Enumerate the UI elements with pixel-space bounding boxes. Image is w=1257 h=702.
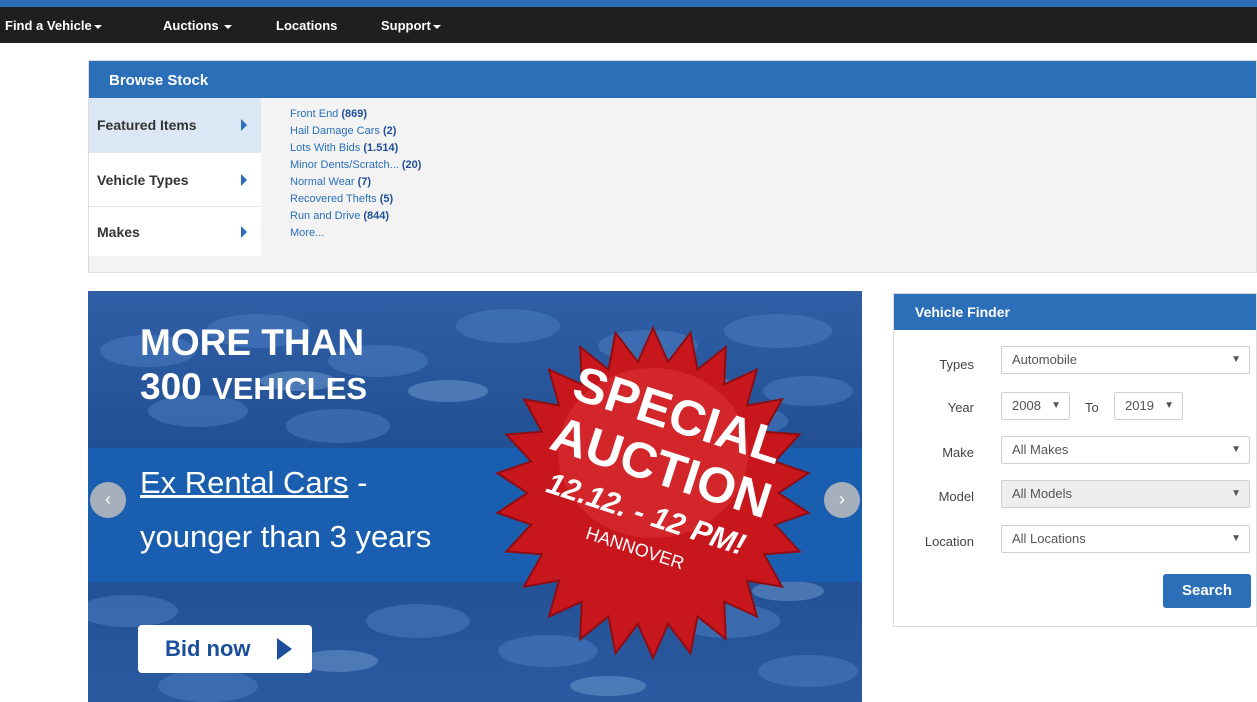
bid-now-label: Bid now bbox=[165, 636, 251, 661]
banner-headline: MORE THAN 300 VEHICLES bbox=[140, 321, 367, 411]
make-label: Make bbox=[942, 445, 974, 460]
banner-subtitle: Ex Rental Cars - bbox=[140, 463, 367, 503]
featured-items-list: Front End (869) Hail Damage Cars (2) Lot… bbox=[290, 106, 421, 242]
list-item[interactable]: Normal Wear (7) bbox=[290, 174, 421, 191]
list-item[interactable]: Run and Drive (844) bbox=[290, 208, 421, 225]
category-featured-items[interactable]: Featured Items bbox=[89, 98, 261, 152]
item-count: (5) bbox=[379, 193, 394, 205]
model-value: All Models bbox=[1012, 486, 1072, 501]
list-item[interactable]: Recovered Thefts (5) bbox=[290, 191, 421, 208]
item-name: Run and Drive bbox=[290, 210, 361, 222]
list-item[interactable]: Lots With Bids (1.514) bbox=[290, 140, 421, 157]
model-select[interactable]: All Models ▼ bbox=[1001, 480, 1250, 508]
model-label: Model bbox=[938, 489, 974, 504]
year-to-select[interactable]: 2019 ▼ bbox=[1114, 392, 1183, 420]
location-label: Location bbox=[924, 534, 974, 549]
list-item[interactable]: Hail Damage Cars (2) bbox=[290, 123, 421, 140]
arrow-right-icon bbox=[241, 225, 247, 238]
nav-support-label: Support bbox=[381, 18, 431, 33]
nav-support[interactable]: Support bbox=[381, 7, 441, 43]
banner-subtitle-line2: younger than 3 years bbox=[140, 519, 432, 554]
location-select[interactable]: All Locations ▼ bbox=[1001, 525, 1250, 553]
headline-line2: VEHICLES bbox=[212, 371, 368, 406]
list-item[interactable]: Minor Dents/Scratch... (20) bbox=[290, 157, 421, 174]
item-name: Recovered Thefts bbox=[290, 193, 377, 205]
types-label: Types bbox=[939, 357, 974, 372]
headline-number: 300 bbox=[140, 366, 202, 407]
item-name: Front End bbox=[290, 108, 339, 120]
location-value: All Locations bbox=[1012, 531, 1086, 546]
types-select[interactable]: Automobile ▼ bbox=[1001, 346, 1250, 374]
top-accent-stripe bbox=[0, 0, 1257, 7]
category-label: Vehicle Types bbox=[97, 172, 189, 188]
subtitle-dash: - bbox=[348, 465, 368, 500]
item-name: Minor Dents/Scratch... bbox=[290, 159, 399, 171]
year-from-select[interactable]: 2008 ▼ bbox=[1001, 392, 1070, 420]
play-arrow-icon bbox=[277, 638, 292, 660]
arrow-right-icon bbox=[241, 173, 247, 186]
main-navbar: Find a Vehicle Auctions Locations Suppor… bbox=[0, 7, 1257, 43]
vehicle-finder-panel: Vehicle Finder Types Automobile ▼ Year 20… bbox=[893, 293, 1257, 627]
year-from-value: 2008 bbox=[1012, 398, 1041, 413]
year-to-value: 2019 bbox=[1125, 398, 1154, 413]
category-label: Featured Items bbox=[97, 117, 197, 133]
caret-down-icon bbox=[224, 24, 233, 29]
dropdown-arrow-icon: ▼ bbox=[1231, 444, 1241, 455]
dropdown-arrow-icon: ▼ bbox=[1231, 488, 1241, 499]
item-name: Lots With Bids bbox=[290, 142, 361, 154]
caret-down-icon bbox=[432, 24, 441, 29]
make-select[interactable]: All Makes ▼ bbox=[1001, 436, 1250, 464]
item-count: (7) bbox=[357, 176, 372, 188]
chevron-right-icon: › bbox=[839, 489, 845, 509]
dropdown-arrow-icon: ▼ bbox=[1231, 533, 1241, 544]
promo-banner: MORE THAN 300 VEHICLES Ex Rental Cars - … bbox=[88, 291, 862, 702]
make-value: All Makes bbox=[1012, 442, 1069, 457]
category-label: Makes bbox=[97, 224, 140, 240]
arrow-right-icon bbox=[241, 119, 247, 131]
bid-now-button[interactable]: Bid now bbox=[138, 625, 312, 673]
item-count: (1.514) bbox=[363, 142, 399, 154]
year-label: Year bbox=[947, 400, 974, 415]
chevron-left-icon: ‹ bbox=[105, 489, 111, 509]
dropdown-arrow-icon: ▼ bbox=[1164, 400, 1174, 411]
types-value: Automobile bbox=[1012, 352, 1078, 367]
category-makes[interactable]: Makes bbox=[89, 206, 261, 256]
nav-locations[interactable]: Locations bbox=[276, 7, 337, 43]
item-count: (869) bbox=[341, 108, 368, 120]
ex-rental-cars-link[interactable]: Ex Rental Cars bbox=[140, 465, 348, 500]
list-item[interactable]: Front End (869) bbox=[290, 106, 421, 123]
carousel-prev-button[interactable]: ‹ bbox=[90, 482, 126, 518]
caret-down-icon bbox=[93, 24, 102, 29]
dropdown-arrow-icon: ▼ bbox=[1231, 354, 1241, 365]
special-auction-starburst: SPECIAL AUCTION 12.12. - 12 PM! HANNOVER bbox=[495, 325, 811, 661]
nav-find-a-vehicle-label: Find a Vehicle bbox=[5, 18, 92, 33]
browse-stock-panel: Browse Stock Featured Items Vehicle Type… bbox=[88, 60, 1257, 273]
item-count: (844) bbox=[363, 210, 390, 222]
nav-auctions-label: Auctions bbox=[163, 18, 219, 33]
item-name: Hail Damage Cars bbox=[290, 125, 380, 137]
dropdown-arrow-icon: ▼ bbox=[1051, 400, 1061, 411]
item-name: Normal Wear bbox=[290, 176, 355, 188]
search-button[interactable]: Search bbox=[1163, 574, 1251, 608]
carousel-next-button[interactable]: › bbox=[824, 482, 860, 518]
item-count: (20) bbox=[401, 159, 422, 171]
vehicle-finder-title: Vehicle Finder bbox=[894, 294, 1256, 330]
headline-line1: MORE THAN bbox=[140, 322, 365, 363]
category-vehicle-types[interactable]: Vehicle Types bbox=[89, 152, 261, 206]
year-to-label: To bbox=[1085, 400, 1099, 415]
nav-find-a-vehicle[interactable]: Find a Vehicle bbox=[5, 7, 102, 43]
more-link[interactable]: More... bbox=[290, 225, 421, 242]
nav-auctions[interactable]: Auctions bbox=[163, 7, 233, 43]
nav-locations-label: Locations bbox=[276, 18, 338, 33]
item-count: (2) bbox=[382, 125, 397, 137]
browse-stock-title: Browse Stock bbox=[89, 61, 1256, 98]
